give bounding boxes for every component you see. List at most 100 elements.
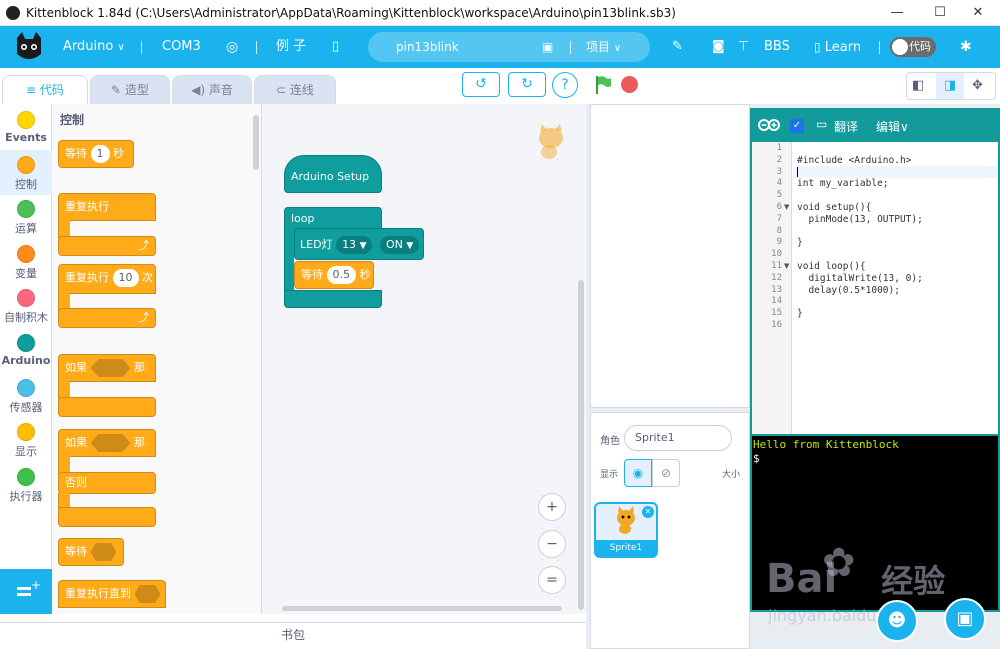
repeat-block[interactable]: 重复执行 10 次	[58, 264, 156, 294]
category-display[interactable]: 显示	[0, 417, 52, 462]
link-icon: ⊂	[276, 83, 290, 97]
add-sprite-button[interactable]: ☻	[876, 600, 918, 642]
project-name-field[interactable]: pin13blink	[396, 26, 459, 68]
large-stage-icon[interactable]: ◨	[936, 73, 964, 99]
tab-code[interactable]: ≡ 代码	[2, 75, 88, 105]
palette-scrollbar[interactable]	[253, 115, 259, 170]
sprite-card[interactable]: ✕ Sprite1	[594, 502, 658, 558]
tab-costumes[interactable]: ✎ 造型	[90, 75, 170, 104]
led-state-dropdown[interactable]: ON ▼	[379, 236, 420, 254]
maximize-button[interactable]: ☐	[931, 4, 949, 22]
category-actuators[interactable]: 执行器	[0, 462, 52, 507]
workspace-horizontal-scrollbar[interactable]	[282, 606, 562, 611]
add-backdrop-button[interactable]: ▣	[944, 598, 986, 640]
cat-sprite-icon	[612, 506, 640, 539]
tshirt-icon[interactable]: ⊤	[738, 26, 749, 68]
fold-arrow-icon[interactable]: ▼	[784, 203, 789, 211]
examples-menu[interactable]: 例 子	[276, 26, 306, 68]
repeat-until-block[interactable]: 重复执行直到	[58, 580, 166, 608]
forever-block[interactable]: 重复执行	[58, 193, 156, 221]
condition-slot[interactable]	[90, 543, 117, 561]
sprite-role-label: 角色	[600, 436, 620, 447]
gear-icon[interactable]: ✱	[960, 26, 972, 68]
condition-slot[interactable]	[134, 585, 161, 603]
zoom-in-button[interactable]: +	[538, 493, 566, 521]
bbs-link[interactable]: BBS	[764, 26, 790, 68]
zoom-out-button[interactable]: −	[538, 530, 566, 558]
separator	[141, 41, 142, 54]
save-icon[interactable]: ▣	[542, 26, 553, 68]
show-sprite-button[interactable]: ◉	[624, 459, 652, 487]
wait-seconds-input[interactable]: 1	[90, 145, 110, 163]
repeat-count-input[interactable]: 10	[112, 269, 139, 287]
wait-until-block[interactable]: 等待	[58, 538, 124, 566]
category-sensors[interactable]: 传感器	[0, 373, 52, 418]
stop-button[interactable]	[621, 76, 638, 93]
small-stage-icon[interactable]: ◧	[912, 78, 924, 93]
tab-sounds-label: 声音	[208, 83, 233, 97]
current-line-highlight	[793, 166, 998, 178]
sprite-name-input[interactable]: Sprite1	[624, 425, 732, 451]
category-operators[interactable]: 运算	[0, 194, 52, 239]
speaker-icon: ◀)	[191, 83, 209, 97]
fullscreen-icon[interactable]: ✥	[972, 78, 983, 93]
hide-sprite-button[interactable]: ⊘	[652, 459, 680, 487]
board-select[interactable]: Arduino ∨	[63, 26, 125, 68]
category-events[interactable]: Events	[0, 105, 52, 150]
tab-sounds[interactable]: ◀) 声音	[172, 75, 252, 104]
backpack-bar[interactable]: 书包	[0, 622, 586, 649]
actuators-dot-icon	[17, 468, 35, 486]
edit-menu[interactable]: 编辑∨	[876, 118, 909, 135]
zoom-reset-button[interactable]: =	[538, 566, 566, 594]
tab-wiring[interactable]: ⊂ 连线	[254, 75, 336, 104]
close-button[interactable]: ✕	[969, 4, 987, 22]
category-control[interactable]: 控制	[0, 150, 52, 195]
undo-button[interactable]: ↺	[462, 72, 500, 97]
fold-arrow-icon[interactable]: ▼	[784, 262, 789, 270]
camera-icon[interactable]: ◙	[712, 26, 725, 68]
condition-slot[interactable]	[90, 434, 131, 452]
learn-link[interactable]: ▯ Learn	[814, 26, 861, 68]
condition-slot[interactable]	[90, 359, 131, 377]
add-extension-button[interactable]: +	[0, 569, 52, 614]
minimize-button[interactable]: —	[888, 4, 906, 22]
line-number: 16	[771, 320, 782, 330]
arduino-setup-hat-block[interactable]: Arduino Setup	[284, 155, 382, 193]
watermark-brand: Bai 经验	[766, 556, 945, 602]
kitten-logo-icon[interactable]	[14, 30, 44, 62]
delete-sprite-icon[interactable]: ✕	[642, 506, 654, 518]
chip-icon[interactable]: ▯	[332, 26, 339, 68]
if-then-block[interactable]: 如果 那么	[58, 354, 156, 400]
wait-seconds-input[interactable]: 0.5	[326, 266, 356, 284]
port-select[interactable]: COM3	[162, 26, 201, 68]
wait-block[interactable]: 等待 0.5 秒	[294, 261, 374, 289]
terminal-icon: ▭	[816, 117, 828, 131]
green-flag-icon[interactable]	[594, 75, 612, 98]
events-dot-icon	[17, 111, 35, 129]
auto-translate-checkbox[interactable]: ✓	[790, 119, 804, 133]
seconds-label: 秒	[113, 147, 124, 160]
code-line: void loop(){	[797, 261, 866, 272]
workspace-vertical-scrollbar[interactable]	[578, 280, 584, 610]
chevron-down-icon: ∨	[613, 43, 622, 54]
translate-button[interactable]: 翻译	[834, 118, 858, 135]
redo-button[interactable]: ↻	[508, 72, 546, 97]
globe-icon[interactable]: ◎	[226, 26, 238, 68]
code-toggle-label: 代码	[909, 40, 931, 53]
category-my-blocks[interactable]: 自制积木	[0, 283, 52, 328]
wait-block[interactable]: 等待 1 秒	[58, 140, 134, 168]
if-else-block[interactable]: 如果 那么	[58, 429, 156, 475]
led-block[interactable]: LED灯 13 ▼ ON ▼	[294, 228, 424, 260]
category-arduino[interactable]: Arduino	[0, 328, 52, 373]
project-menu[interactable]: 项目 ∨	[586, 26, 621, 68]
cursor	[797, 167, 798, 177]
led-pin-dropdown[interactable]: 13 ▼	[336, 236, 373, 254]
stage-canvas[interactable]	[590, 104, 750, 408]
arduino-panel-header: ✓ ▭ 翻译 编辑∨	[752, 110, 998, 142]
code-toggle[interactable]: 代码	[890, 37, 936, 57]
cat-add-icon: ☻	[887, 610, 907, 631]
help-button[interactable]: ?	[552, 72, 578, 98]
category-variables[interactable]: 变量	[0, 239, 52, 284]
size-label: 大小	[722, 470, 741, 480]
pen-icon[interactable]: ✎	[672, 26, 683, 68]
